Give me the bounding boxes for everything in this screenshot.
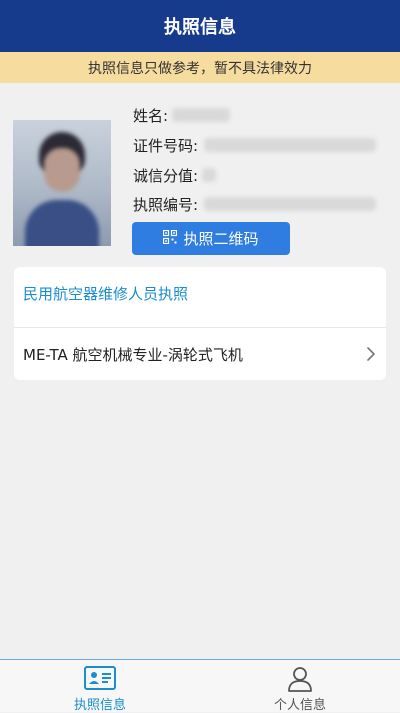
- license-qr-code-button[interactable]: 执照二维码: [132, 222, 290, 255]
- name-value-redacted: [172, 108, 231, 122]
- id-card-icon: [84, 666, 116, 694]
- license-number-label: 执照编号:: [133, 195, 199, 214]
- name-row: 姓名:: [133, 104, 231, 126]
- license-list-item[interactable]: ME-TA 航空机械专业-涡轮式飞机: [14, 328, 386, 380]
- name-label: 姓名:: [133, 106, 169, 125]
- tab-personal-info[interactable]: 个人信息: [200, 660, 400, 713]
- id-number-value-redacted: [204, 138, 377, 152]
- qr-code-icon: [163, 229, 178, 248]
- id-number-row: 证件号码:: [133, 134, 377, 156]
- disclaimer-text: 执照信息只做参考，暂不具法律效力: [88, 60, 312, 77]
- credit-score-label: 诚信分值:: [133, 166, 199, 185]
- bottom-tab-bar: 执照信息 个人信息: [0, 659, 400, 713]
- license-card: 民用航空器维修人员执照 ME-TA 航空机械专业-涡轮式飞机: [14, 267, 386, 380]
- license-card-title: 民用航空器维修人员执照: [23, 285, 189, 303]
- qr-button-label: 执照二维码: [183, 230, 259, 248]
- license-number-value-redacted: [204, 197, 377, 211]
- license-item-label: ME-TA 航空机械专业-涡轮式飞机: [23, 345, 243, 364]
- page-title: 执照信息: [164, 17, 236, 38]
- credit-score-row: 诚信分值:: [133, 164, 217, 186]
- chevron-right-icon: [366, 346, 376, 366]
- profile-photo: [13, 120, 111, 246]
- disclaimer-banner: 执照信息只做参考，暂不具法律效力: [0, 52, 400, 83]
- credit-score-value-redacted: [202, 168, 217, 182]
- tab-personal-info-label: 个人信息: [273, 698, 326, 713]
- license-number-row: 执照编号:: [133, 193, 377, 215]
- page-header: 执照信息: [0, 0, 400, 52]
- id-number-label: 证件号码:: [133, 136, 199, 155]
- tab-license-info[interactable]: 执照信息: [0, 660, 200, 713]
- person-icon: [287, 666, 313, 696]
- tab-license-info-label: 执照信息: [73, 698, 126, 713]
